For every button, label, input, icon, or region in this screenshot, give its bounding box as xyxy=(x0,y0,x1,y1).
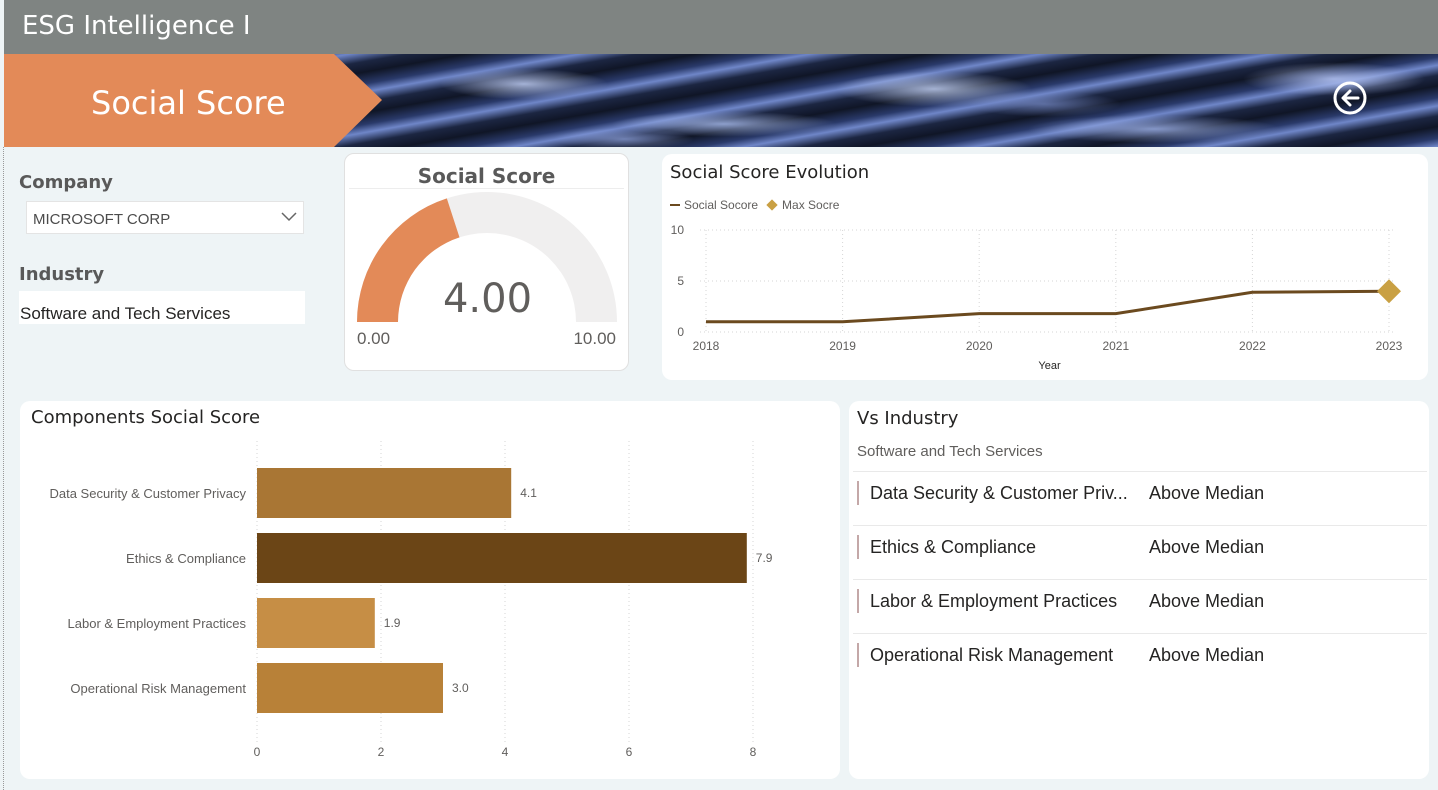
x-tick-label: 2 xyxy=(378,745,385,759)
row-name: Data Security & Customer Priv... xyxy=(870,483,1128,503)
x-tick-label: 2018 xyxy=(693,339,720,353)
data-label: 4.1 xyxy=(520,486,537,500)
y-tick-label: 0 xyxy=(677,325,684,339)
row-status: Above Median xyxy=(1149,537,1265,557)
back-button[interactable] xyxy=(1332,80,1368,116)
social-score-line xyxy=(706,289,1390,324)
bar xyxy=(257,598,375,648)
industry-field: Software and Tech Services xyxy=(19,291,305,324)
row-status: Above Median xyxy=(1149,591,1265,611)
company-value: MICROSOFT CORP xyxy=(33,211,171,228)
category-label: Labor & Employment Practices xyxy=(68,616,247,631)
vs-industry-subtitle: Software and Tech Services xyxy=(857,443,1043,460)
vs-industry-row[interactable]: Operational Risk Management Above Median xyxy=(853,633,1427,687)
category-label: Operational Risk Management xyxy=(70,681,246,696)
gauge-max: 10.00 xyxy=(573,329,616,348)
company-dropdown[interactable]: MICROSOFT CORP xyxy=(26,201,304,234)
line-chart: 0 5 10 2018 2019 2020 2021 2022 2023 Year xyxy=(671,223,1403,372)
row-indicator xyxy=(857,643,859,667)
vs-industry-title: Vs Industry xyxy=(857,408,959,429)
components-social-score-card: Components Social Score 0 2 4 6 8 Data Securi… xyxy=(20,401,840,779)
row-indicator xyxy=(857,481,859,505)
header-banner: Social Score xyxy=(4,54,1438,147)
x-tick-label: 8 xyxy=(750,745,757,759)
social-score-evolution-card: Social Score Evolution Social Socore Max… xyxy=(662,154,1428,380)
category-label: Data Security & Customer Privacy xyxy=(49,486,246,501)
page-border xyxy=(3,147,4,790)
x-tick-label: 2023 xyxy=(1376,339,1403,353)
data-label: 3.0 xyxy=(452,681,469,695)
chevron-down-icon xyxy=(281,212,297,222)
industry-value: Software and Tech Services xyxy=(20,304,231,323)
section-arrow-banner: Social Score xyxy=(4,54,382,147)
data-label: 7.9 xyxy=(756,551,773,565)
x-axis-label: Year xyxy=(1038,360,1061,372)
vs-industry-row[interactable]: Ethics & Compliance Above Median xyxy=(853,525,1427,579)
y-tick-label: 5 xyxy=(677,274,684,288)
social-score-gauge-card: Social Score 4.00 0.00 10.00 xyxy=(344,153,629,371)
row-name: Operational Risk Management xyxy=(870,645,1114,665)
row-indicator xyxy=(857,535,859,559)
x-tick-label: 2020 xyxy=(966,339,993,353)
x-tick-label: 6 xyxy=(626,745,633,759)
max-score-marker xyxy=(1377,279,1401,304)
category-label: Ethics & Compliance xyxy=(126,551,246,566)
row-name: Labor & Employment Practices xyxy=(870,591,1118,611)
bar xyxy=(257,533,747,583)
y-tick-label: 10 xyxy=(671,223,685,237)
vs-industry-row[interactable]: Labor & Employment Practices Above Media… xyxy=(853,579,1427,633)
vs-industry-row[interactable]: Data Security & Customer Priv... Above M… xyxy=(853,471,1427,525)
industry-label: Industry xyxy=(19,264,105,285)
back-arrow-circle-icon xyxy=(1333,81,1367,115)
bar xyxy=(257,468,512,518)
x-tick-label: 0 xyxy=(254,745,261,759)
row-name: Ethics & Compliance xyxy=(870,537,1037,557)
title-bar: ESG Intelligence I xyxy=(4,0,1438,54)
bar-chart: 0 2 4 6 8 Data Security & Customer Privacy 4.1… xyxy=(49,441,773,759)
row-status: Above Median xyxy=(1149,645,1265,665)
x-tick-label: 2019 xyxy=(829,339,856,353)
x-tick-label: 2022 xyxy=(1239,339,1266,353)
company-label: Company xyxy=(19,172,113,193)
row-status: Above Median xyxy=(1149,483,1265,503)
x-tick-label: 4 xyxy=(502,745,509,759)
row-indicator xyxy=(857,589,859,613)
app-title: ESG Intelligence I xyxy=(22,11,251,41)
gauge-min: 0.00 xyxy=(357,329,391,348)
x-tick-label: 2021 xyxy=(1102,339,1129,353)
gauge-value: 4.00 xyxy=(442,276,533,322)
data-label: 1.9 xyxy=(384,616,401,630)
section-title: Social Score xyxy=(91,84,286,122)
bar xyxy=(257,663,443,713)
vs-industry-card: Vs Industry Software and Tech Services D… xyxy=(849,401,1429,779)
